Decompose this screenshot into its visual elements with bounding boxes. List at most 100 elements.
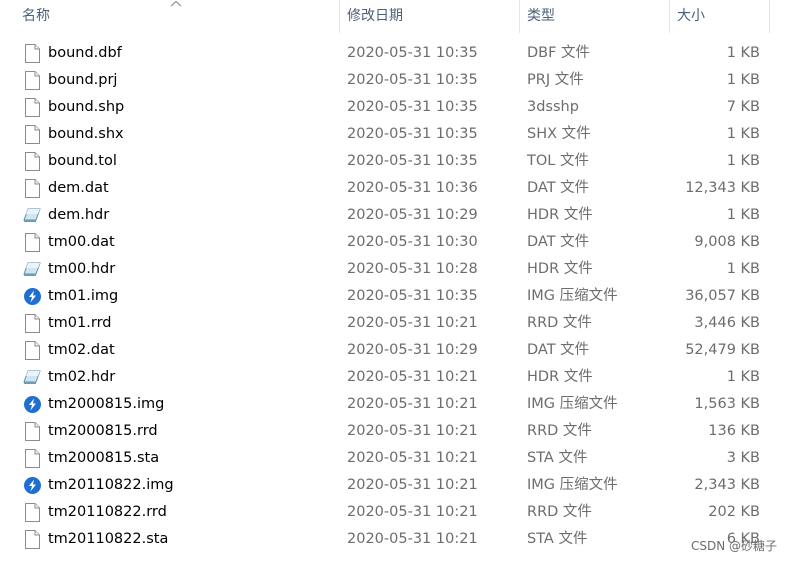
file-name: bound.shp xyxy=(48,99,125,115)
file-row[interactable]: tm20110822.img 2020-05-31 10:21 IMG 压缩文件 2,… xyxy=(0,472,789,499)
file-icon-cell xyxy=(22,229,42,256)
file-row[interactable]: tm02.dat 2020-05-31 10:29 DAT 文件 52,479 KB xyxy=(0,337,789,364)
hdr-file-icon xyxy=(23,206,42,225)
column-header-date[interactable]: 修改日期 xyxy=(347,0,403,33)
file-name: tm00.dat xyxy=(48,234,115,250)
file-icon xyxy=(25,314,40,333)
file-icon-cell xyxy=(22,283,42,310)
file-modified-date: 2020-05-31 10:28 xyxy=(347,261,478,277)
file-row[interactable]: tm2000815.rrd 2020-05-31 10:21 RRD 文件 136 K… xyxy=(0,418,789,445)
file-type: HDR 文件 xyxy=(527,207,593,223)
column-header-bar: 名称 修改日期 类型 大小 xyxy=(0,0,789,33)
file-name: tm02.hdr xyxy=(48,369,116,385)
file-type: RRD 文件 xyxy=(527,423,592,439)
file-icon xyxy=(25,530,40,549)
file-modified-date: 2020-05-31 10:35 xyxy=(347,126,478,142)
file-row[interactable]: bound.dbf 2020-05-31 10:35 DBF 文件 1 KB xyxy=(0,40,789,67)
file-type: PRJ 文件 xyxy=(527,72,584,88)
file-size: 1 KB xyxy=(726,126,760,142)
file-size: 3,446 KB xyxy=(694,315,760,331)
file-icon xyxy=(25,503,40,522)
file-icon-cell xyxy=(22,418,42,445)
file-row[interactable]: dem.hdr 2020-05-31 10:29 HDR 文件 1 KB xyxy=(0,202,789,229)
file-modified-date: 2020-05-31 10:29 xyxy=(347,342,478,358)
file-icon xyxy=(25,449,40,468)
file-icon-cell xyxy=(22,391,42,418)
file-icon-cell xyxy=(22,121,42,148)
file-modified-date: 2020-05-31 10:21 xyxy=(347,504,478,520)
file-name: dem.dat xyxy=(48,180,109,196)
file-modified-date: 2020-05-31 10:21 xyxy=(347,531,478,547)
file-explorer-details-view: 名称 修改日期 类型 大小 bound.dbf 2020-05-31 10:35 D… xyxy=(0,0,789,561)
file-type: TOL 文件 xyxy=(527,153,589,169)
file-row[interactable]: tm02.hdr 2020-05-31 10:21 HDR 文件 1 KB xyxy=(0,364,789,391)
file-icon-cell xyxy=(22,175,42,202)
column-header-type[interactable]: 类型 xyxy=(527,0,555,33)
column-divider[interactable] xyxy=(669,0,670,33)
file-row[interactable]: bound.tol 2020-05-31 10:35 TOL 文件 1 KB xyxy=(0,148,789,175)
column-divider[interactable] xyxy=(519,0,520,33)
file-size: 202 KB xyxy=(708,504,760,520)
file-type: IMG 压缩文件 xyxy=(527,288,618,304)
file-size: 1 KB xyxy=(726,72,760,88)
file-name: tm2000815.sta xyxy=(48,450,160,466)
file-icon-cell xyxy=(22,67,42,94)
file-row[interactable]: tm00.dat 2020-05-31 10:30 DAT 文件 9,008 KB xyxy=(0,229,789,256)
file-modified-date: 2020-05-31 10:35 xyxy=(347,99,478,115)
file-icon xyxy=(25,98,40,117)
file-icon-cell xyxy=(22,256,42,283)
column-header-name[interactable]: 名称 xyxy=(22,0,50,33)
file-size: 52,479 KB xyxy=(685,342,760,358)
file-type: 3dsshp xyxy=(527,99,579,115)
file-name: bound.shx xyxy=(48,126,124,142)
file-size: 1 KB xyxy=(726,153,760,169)
file-type: RRD 文件 xyxy=(527,504,592,520)
file-name: tm00.hdr xyxy=(48,261,116,277)
file-modified-date: 2020-05-31 10:21 xyxy=(347,423,478,439)
file-icon-cell xyxy=(22,337,42,364)
file-name: tm01.img xyxy=(48,288,119,304)
file-icon-cell xyxy=(22,445,42,472)
sort-ascending-icon xyxy=(170,0,182,7)
file-icon xyxy=(25,179,40,198)
column-header-size[interactable]: 大小 xyxy=(677,0,705,33)
file-icon-cell xyxy=(22,94,42,121)
file-modified-date: 2020-05-31 10:35 xyxy=(347,153,478,169)
file-row[interactable]: bound.shp 2020-05-31 10:35 3dsshp 7 KB xyxy=(0,94,789,121)
file-type: RRD 文件 xyxy=(527,315,592,331)
file-icon-cell xyxy=(22,364,42,391)
file-row[interactable]: tm20110822.sta 2020-05-31 10:21 STA 文件 6 KB xyxy=(0,526,789,553)
file-row[interactable]: tm2000815.img 2020-05-31 10:21 IMG 压缩文件 1,5… xyxy=(0,391,789,418)
file-row[interactable]: bound.prj 2020-05-31 10:35 PRJ 文件 1 KB xyxy=(0,67,789,94)
file-size: 1 KB xyxy=(726,369,760,385)
file-modified-date: 2020-05-31 10:21 xyxy=(347,396,478,412)
file-row[interactable]: dem.dat 2020-05-31 10:36 DAT 文件 12,343 KB xyxy=(0,175,789,202)
file-icon xyxy=(25,422,40,441)
column-divider[interactable] xyxy=(339,0,340,33)
file-modified-date: 2020-05-31 10:35 xyxy=(347,288,478,304)
file-row[interactable]: tm20110822.rrd 2020-05-31 10:21 RRD 文件 202 … xyxy=(0,499,789,526)
file-icon xyxy=(25,233,40,252)
file-size: 9,008 KB xyxy=(694,234,760,250)
file-row[interactable]: bound.shx 2020-05-31 10:35 SHX 文件 1 KB xyxy=(0,121,789,148)
file-icon-cell xyxy=(22,148,42,175)
file-size: 136 KB xyxy=(708,423,760,439)
file-row[interactable]: tm00.hdr 2020-05-31 10:28 HDR 文件 1 KB xyxy=(0,256,789,283)
file-type: IMG 压缩文件 xyxy=(527,396,618,412)
file-modified-date: 2020-05-31 10:35 xyxy=(347,72,478,88)
file-name: bound.tol xyxy=(48,153,117,169)
img-archive-icon xyxy=(23,287,42,306)
file-name: bound.dbf xyxy=(48,45,122,61)
file-size: 1 KB xyxy=(726,45,760,61)
file-size: 1 KB xyxy=(726,207,760,223)
file-row[interactable]: tm2000815.sta 2020-05-31 10:21 STA 文件 3 KB xyxy=(0,445,789,472)
file-row[interactable]: tm01.rrd 2020-05-31 10:21 RRD 文件 3,446 KB xyxy=(0,310,789,337)
file-modified-date: 2020-05-31 10:35 xyxy=(347,45,478,61)
column-divider[interactable] xyxy=(769,0,770,33)
file-icon-cell xyxy=(22,310,42,337)
img-archive-icon xyxy=(23,395,42,414)
file-size: 1 KB xyxy=(726,261,760,277)
file-icon-cell xyxy=(22,40,42,67)
file-icon xyxy=(25,125,40,144)
file-row[interactable]: tm01.img 2020-05-31 10:35 IMG 压缩文件 36,057 K… xyxy=(0,283,789,310)
